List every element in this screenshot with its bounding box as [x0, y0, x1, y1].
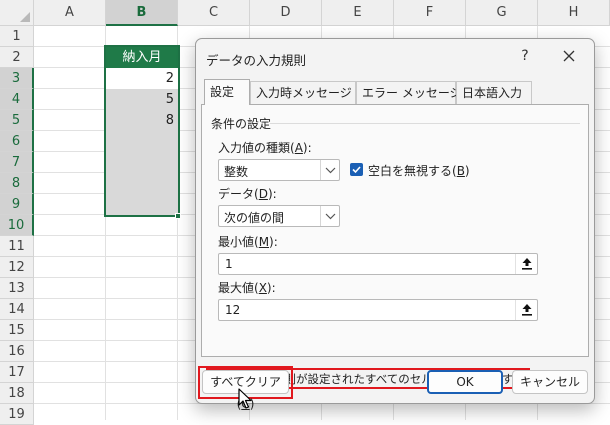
row-header-7[interactable]: 7 [0, 152, 34, 173]
minimum-label: 最小値(M): [218, 235, 278, 249]
maximum-input[interactable]: 12 [218, 299, 538, 321]
tab-error-alert[interactable]: エラー メッセージ [356, 81, 462, 104]
row-header-12[interactable]: 12 [0, 257, 34, 278]
row-header-10[interactable]: 10 [0, 215, 34, 236]
checkmark-icon [352, 166, 361, 174]
row-header-6[interactable]: 6 [0, 131, 34, 152]
help-button[interactable]: ? [510, 43, 540, 69]
row-header-5[interactable]: 5 [0, 110, 34, 131]
data-value: 次の値の間 [224, 211, 285, 225]
row-header-9[interactable]: 9 [0, 194, 34, 215]
fill-handle[interactable] [175, 213, 181, 219]
minimum-input[interactable]: 1 [218, 253, 538, 275]
row-header-11[interactable]: 11 [0, 236, 34, 257]
tab-ime-mode[interactable]: 日本語入力 [456, 81, 532, 104]
settings-panel: 条件の設定 入力値の種類(A): 整数 空白を無視する(B) データ(D): 次… [201, 104, 589, 389]
row-header-3[interactable]: 3 [0, 68, 34, 89]
dialog-title: データの入力規則 [206, 53, 307, 68]
row-header-1[interactable]: 1 [0, 26, 34, 47]
column-header-e[interactable]: E [322, 0, 394, 26]
chevron-down-icon [320, 160, 339, 180]
data-label: データ(D): [218, 187, 277, 201]
ignore-blank-checkbox[interactable] [350, 163, 363, 176]
allow-value: 整数 [224, 165, 249, 179]
maximum-label: 最大値(X): [218, 281, 276, 295]
tab-input-message[interactable]: 入力時メッセージ [250, 81, 356, 104]
range-select-icon[interactable] [515, 254, 537, 274]
close-icon [563, 50, 575, 62]
row-header-16[interactable]: 16 [0, 341, 34, 362]
maximum-value: 12 [225, 303, 241, 317]
row-header-4[interactable]: 4 [0, 89, 34, 110]
ok-button[interactable]: OK [427, 370, 503, 394]
cancel-button[interactable]: キャンセル [512, 370, 588, 394]
column-header-h[interactable]: H [538, 0, 610, 26]
column-header-a[interactable]: A [34, 0, 106, 26]
criteria-group-title: 条件の設定 [211, 117, 272, 131]
row-header-17[interactable]: 17 [0, 362, 34, 383]
minimum-value: 1 [225, 257, 233, 271]
row-header-19[interactable]: 19 [0, 404, 34, 425]
allow-label: 入力値の種類(A): [218, 141, 312, 155]
row-header-18[interactable]: 18 [0, 383, 34, 404]
column-header-d[interactable]: D [250, 0, 322, 26]
row-header-14[interactable]: 14 [0, 299, 34, 320]
row-header-13[interactable]: 13 [0, 278, 34, 299]
column-header-g[interactable]: G [466, 0, 538, 26]
column-header-c[interactable]: C [178, 0, 250, 26]
ignore-blank-label[interactable]: 空白を無視する(B) [368, 162, 470, 179]
select-all-corner[interactable] [0, 0, 34, 26]
data-validation-dialog: データの入力規則 ? 設定 入力時メッセージ エラー メッセージ 日本語入力 条… [195, 38, 595, 411]
allow-dropdown[interactable]: 整数 [218, 159, 340, 181]
selection-border [104, 45, 180, 217]
group-divider [270, 123, 580, 124]
tab-settings[interactable]: 設定 [204, 79, 250, 105]
column-header-b[interactable]: B [106, 0, 178, 26]
chevron-down-icon [320, 206, 339, 226]
range-select-icon[interactable] [515, 300, 537, 320]
row-header-2[interactable]: 2 [0, 47, 34, 68]
row-header-15[interactable]: 15 [0, 320, 34, 341]
row-header-8[interactable]: 8 [0, 173, 34, 194]
mouse-cursor-icon [238, 388, 252, 409]
close-button[interactable] [554, 43, 584, 69]
data-dropdown[interactable]: 次の値の間 [218, 205, 340, 227]
column-header-f[interactable]: F [394, 0, 466, 26]
